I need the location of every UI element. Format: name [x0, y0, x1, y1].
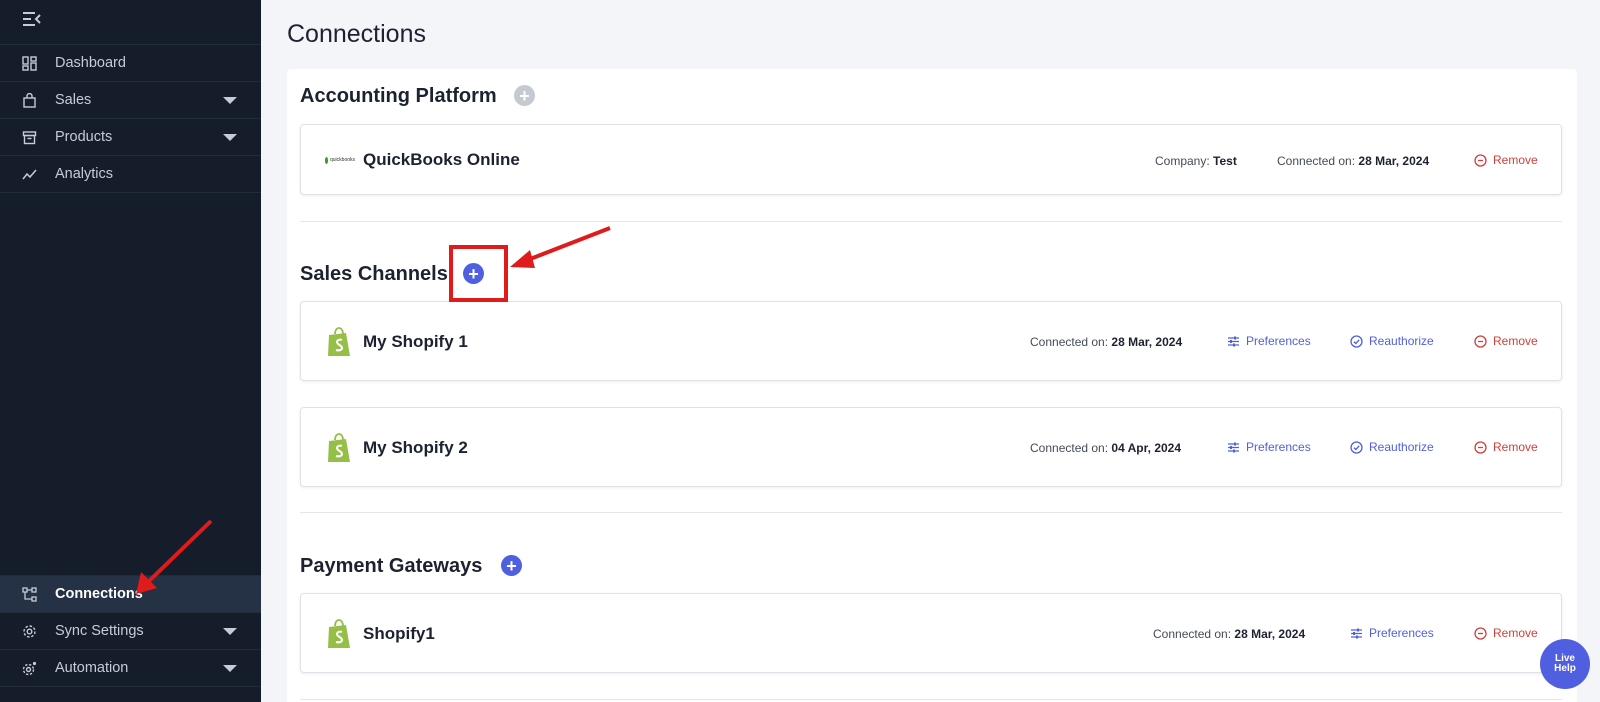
live-help-button[interactable]: Live Help — [1540, 639, 1590, 689]
company-info: Company: Test — [1155, 154, 1237, 168]
chevron-down-icon — [223, 628, 237, 635]
sidebar-item-label: Products — [55, 129, 113, 145]
sliders-icon — [1227, 441, 1240, 454]
sidebar-item-dashboard[interactable]: Dashboard — [0, 44, 261, 81]
analytics-icon — [21, 166, 37, 182]
connection-name: QuickBooks Online — [363, 150, 520, 169]
sidebar-item-label: Analytics — [55, 166, 114, 182]
preferences-button[interactable]: Preferences — [1227, 334, 1311, 348]
connected-date: Connected on: 28 Mar, 2024 — [1153, 627, 1306, 641]
quickbooks-logo: quickbooks — [325, 145, 355, 175]
accounting-card-quickbooks: quickbooks QuickBooks Online Company: Te… — [300, 124, 1562, 195]
sales-channel-card: My Shopify 1 Connected on: 28 Mar, 2024 … — [300, 301, 1562, 381]
remove-icon — [1474, 153, 1487, 167]
sidebar-item-label: Sales — [55, 92, 92, 108]
section-title-sales: Sales Channels — [300, 263, 448, 285]
chevron-down-icon — [223, 665, 237, 672]
connection-name: My Shopify 2 — [363, 438, 468, 457]
reauthorize-button[interactable]: Reauthorize — [1350, 334, 1434, 348]
automation-icon — [21, 660, 37, 676]
remove-button[interactable]: Remove — [1474, 334, 1538, 348]
sidebar-item-sync-settings[interactable]: Sync Settings — [0, 612, 261, 649]
connections-icon — [21, 586, 37, 602]
connected-date: Connected on: 28 Mar, 2024 — [1277, 154, 1430, 168]
bag-icon — [21, 92, 37, 108]
dashboard-icon — [21, 55, 37, 71]
section-divider — [300, 221, 1562, 222]
sidebar-item-label: Sync Settings — [55, 623, 144, 639]
connected-date: Connected on: 04 Apr, 2024 — [1030, 441, 1182, 455]
reauthorize-button[interactable]: Reauthorize — [1350, 440, 1434, 454]
sliders-icon — [1227, 335, 1240, 348]
connected-date: Connected on: 28 Mar, 2024 — [1030, 335, 1183, 349]
add-accounting-button[interactable]: + — [514, 85, 535, 106]
connection-name: Shopify1 — [363, 624, 435, 643]
chevron-down-icon — [223, 97, 237, 104]
chevron-down-icon — [223, 134, 237, 141]
sidebar-item-sales[interactable]: Sales — [0, 81, 261, 118]
check-circle-icon — [1350, 334, 1363, 348]
section-title-payments: Payment Gateways — [300, 555, 483, 577]
payment-gateway-card: Shopify1 Connected on: 28 Mar, 2024 Pref… — [300, 593, 1562, 673]
section-title-accounting: Accounting Platform — [300, 85, 497, 107]
remove-icon — [1474, 440, 1487, 454]
sidebar-item-label: Automation — [55, 660, 129, 676]
box-icon — [21, 129, 37, 145]
page-title: Connections — [287, 20, 426, 48]
check-circle-icon — [1350, 440, 1363, 454]
sidebar-item-analytics[interactable]: Analytics — [0, 155, 261, 192]
plus-icon: + — [506, 555, 517, 576]
plus-icon: + — [519, 85, 530, 106]
menu-collapse-icon[interactable] — [22, 11, 42, 27]
annotation-highlight-box — [449, 245, 508, 302]
shopify-logo — [325, 618, 353, 650]
preferences-button[interactable]: Preferences — [1227, 440, 1311, 454]
remove-icon — [1474, 334, 1487, 348]
sidebar-item-products[interactable]: Products — [0, 118, 261, 155]
sales-channel-card: My Shopify 2 Connected on: 04 Apr, 2024 … — [300, 407, 1562, 487]
divider — [0, 686, 261, 687]
gear-icon — [21, 623, 37, 639]
sidebar-item-automation[interactable]: Automation — [0, 649, 261, 686]
sidebar-item-label: Dashboard — [55, 55, 126, 71]
add-payment-gateway-button[interactable]: + — [501, 555, 522, 576]
remove-button[interactable]: Remove — [1474, 626, 1538, 640]
sliders-icon — [1350, 627, 1363, 640]
remove-icon — [1474, 626, 1487, 640]
remove-button[interactable]: Remove — [1474, 440, 1538, 454]
sidebar-item-connections[interactable]: Connections — [0, 575, 261, 612]
sidebar-item-label: Connections — [55, 586, 143, 602]
shopify-logo — [325, 432, 353, 464]
section-divider — [300, 512, 1562, 513]
shopify-logo — [325, 326, 353, 358]
connection-name: My Shopify 1 — [363, 332, 468, 351]
sidebar: Dashboard Sales Products Analytics Conne… — [0, 0, 261, 702]
remove-button[interactable]: Remove — [1474, 153, 1538, 167]
section-divider — [300, 699, 1562, 700]
divider — [0, 192, 261, 193]
preferences-button[interactable]: Preferences — [1350, 626, 1434, 640]
